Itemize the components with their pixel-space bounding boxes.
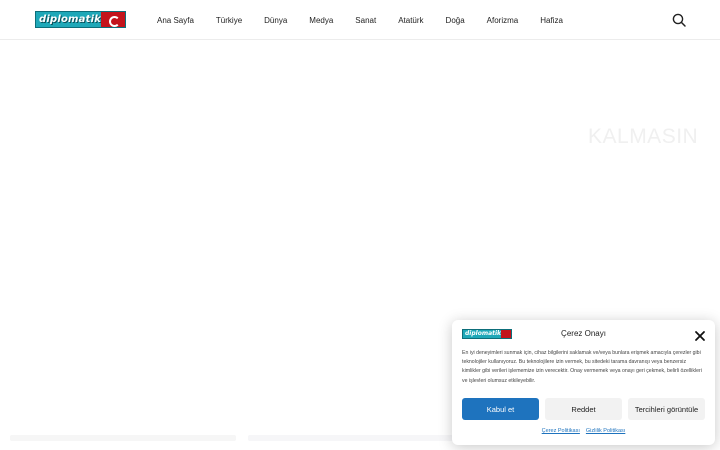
nav-item-dunya[interactable]: Dünya — [264, 16, 287, 25]
placeholder-card — [10, 435, 236, 441]
cookie-policy-link[interactable]: Çerez Politikası — [542, 428, 580, 434]
cookie-consent-dialog: diplomatik Çerez Onayı En iyi deneyimler… — [452, 320, 715, 445]
cookie-title: Çerez Onayı — [561, 329, 606, 338]
cookie-description: En iyi deneyimleri sunmak için, cihaz bi… — [462, 350, 702, 384]
nav-item-turkiye[interactable]: Türkiye — [216, 16, 242, 25]
cookie-policy-links: Çerez Politikası Gizlilik Politikası — [452, 428, 715, 434]
search-icon[interactable] — [671, 12, 687, 28]
site-logo[interactable]: diplomatik — [35, 11, 126, 28]
nav-item-sanat[interactable]: Sanat — [355, 16, 376, 25]
hero-faded-heading: KALMASIN — [588, 125, 699, 148]
close-icon[interactable] — [694, 329, 706, 341]
nav-item-medya[interactable]: Medya — [309, 16, 333, 25]
nav-item-hafiza[interactable]: Hafiza — [540, 16, 563, 25]
main-nav: Ana Sayfa Türkiye Dünya Medya Sanat Atat… — [146, 0, 574, 40]
accept-button[interactable]: Kabul et — [462, 398, 539, 420]
placeholder-card — [248, 435, 474, 441]
view-preferences-button[interactable]: Tercihleri görüntüle — [628, 398, 705, 420]
site-header: diplomatik Ana Sayfa Türkiye Dünya Medya… — [0, 0, 720, 40]
deny-button[interactable]: Reddet — [545, 398, 622, 420]
privacy-policy-link[interactable]: Gizlilik Politikası — [586, 428, 625, 434]
nav-item-ataturk[interactable]: Atatürk — [398, 16, 423, 25]
nav-item-ana-sayfa[interactable]: Ana Sayfa — [157, 16, 194, 25]
nav-item-aforizma[interactable]: Aforizma — [487, 16, 519, 25]
nav-item-doga[interactable]: Doğa — [446, 16, 465, 25]
logo-text: diplomatik — [39, 14, 102, 25]
flag-icon — [101, 12, 125, 27]
